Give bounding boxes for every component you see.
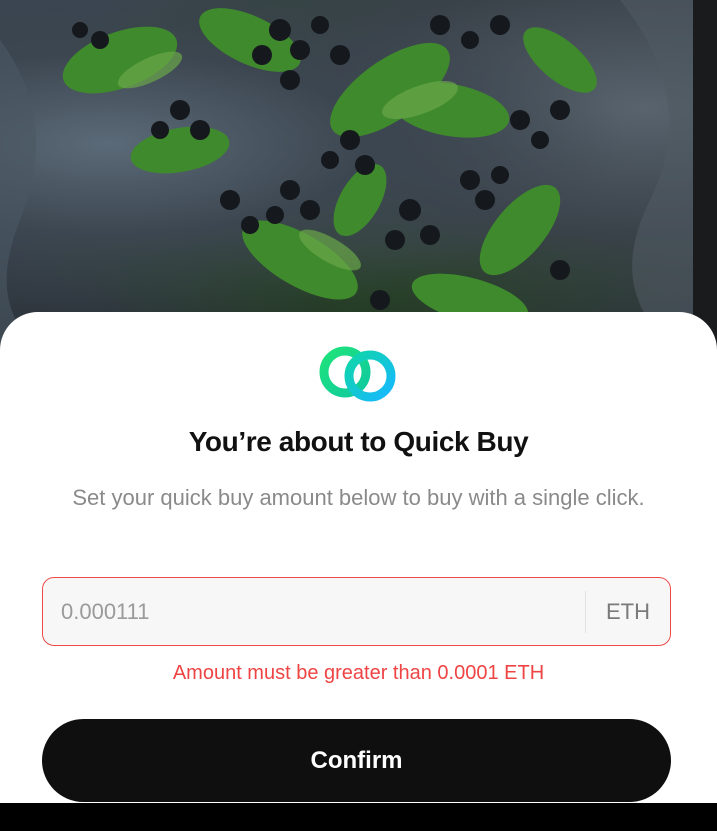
quick-buy-screen: You’re about to Quick Buy Set your quick… bbox=[0, 0, 717, 831]
sheet-subtitle: Set your quick buy amount below to buy w… bbox=[72, 485, 645, 510]
confirm-button[interactable]: Confirm bbox=[42, 719, 671, 802]
bottom-bar bbox=[0, 803, 717, 831]
currency-label: ETH bbox=[606, 598, 650, 624]
amount-error-message: Amount must be greater than 0.0001 ETH bbox=[172, 662, 545, 684]
amount-field[interactable]: ETH bbox=[42, 577, 671, 646]
quick-buy-rings-icon bbox=[316, 345, 400, 403]
background-photo bbox=[0, 0, 717, 360]
amount-input[interactable] bbox=[43, 578, 585, 645]
quick-buy-sheet: You’re about to Quick Buy Set your quick… bbox=[0, 312, 717, 803]
leaves-and-berries-image bbox=[0, 0, 717, 360]
sheet-title: You’re about to Quick Buy bbox=[188, 426, 529, 457]
